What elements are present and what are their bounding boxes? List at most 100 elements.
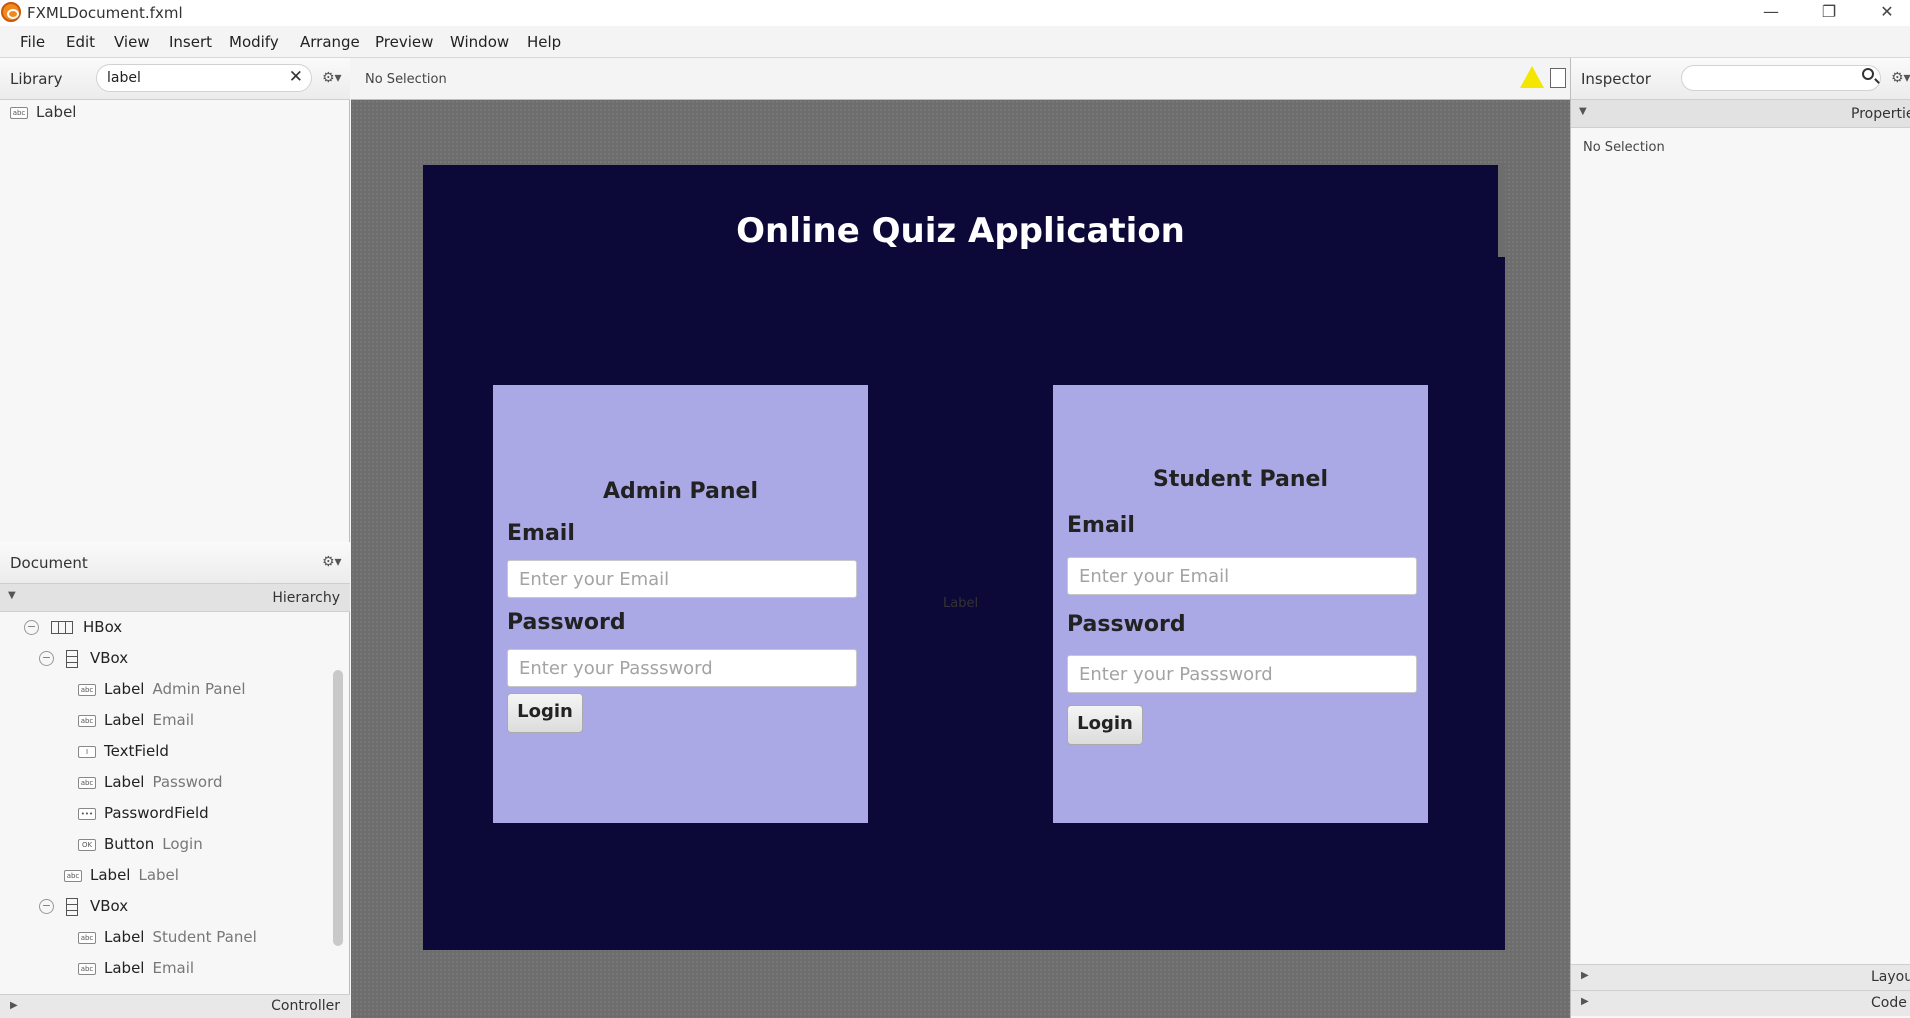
student-email-label[interactable]: Email [1067, 513, 1135, 538]
tree-row-label-email-2[interactable]: abc Label Email [78, 959, 194, 989]
tree-row-hbox[interactable]: − HBox [24, 618, 122, 648]
label-icon: abc [64, 869, 82, 882]
admin-panel-title[interactable]: Admin Panel [493, 479, 868, 504]
button-icon: OK [78, 838, 96, 851]
library-header: Library label ✕ ⚙▾ [0, 58, 350, 100]
library-item-text: Label [36, 103, 77, 121]
minimize-button[interactable]: — [1748, 0, 1794, 26]
restore-button[interactable]: ❐ [1806, 0, 1852, 26]
library-item-label[interactable]: abc Label [10, 103, 76, 121]
search-icon [1862, 68, 1874, 80]
expand-triangle-icon: ▶ [10, 1000, 18, 1011]
layout-bar[interactable]: ▶ Layout [1571, 964, 1910, 990]
inspector-gear-icon[interactable]: ⚙▾ [1891, 70, 1910, 86]
collapse-triangle-icon: ▼ [8, 590, 16, 601]
collapse-icon[interactable]: − [24, 620, 39, 635]
label-icon: abc [78, 931, 96, 944]
menu-view[interactable]: View [114, 33, 150, 51]
vbox-icon [66, 649, 78, 668]
admin-password-label[interactable]: Password [507, 610, 626, 635]
hierarchy-tree: − HBox − VBox abc Label Admin Panel abc Label… [0, 612, 330, 1018]
library-search-value: label [107, 70, 141, 86]
menu-insert[interactable]: Insert [169, 33, 212, 51]
student-password-label[interactable]: Password [1067, 612, 1186, 637]
inspector-no-selection: No Selection [1583, 140, 1665, 155]
label-icon: abc [78, 962, 96, 975]
student-panel-title[interactable]: Student Panel [1053, 467, 1428, 492]
code-label: Code [1871, 995, 1907, 1011]
tree-row-passwordfield[interactable]: ••• PasswordField [78, 804, 209, 834]
hierarchy-label: Hierarchy [272, 590, 340, 606]
left-panel: Library label ✕ ⚙▾ abc Label Document ⚙▾ … [0, 58, 350, 1018]
content-toolbar: No Selection [351, 58, 1570, 100]
tree-row-textfield[interactable]: I TextField [78, 742, 169, 772]
menu-window[interactable]: Window [450, 33, 509, 51]
admin-password-field[interactable]: Enter your Passsword [507, 649, 857, 687]
controller-bar[interactable]: ▶ Controller [0, 994, 350, 1018]
student-login-button[interactable]: Login [1067, 705, 1143, 745]
tree-row-vbox[interactable]: − VBox [39, 649, 128, 679]
menu-help[interactable]: Help [527, 33, 561, 51]
stage-root-hbox[interactable]: Online Quiz Application Admin Panel Emai… [423, 165, 1505, 950]
properties-bar[interactable]: ▼ Properties [1571, 100, 1910, 128]
admin-email-field[interactable]: Enter your Email [507, 560, 857, 598]
inspector-search-input[interactable] [1681, 65, 1881, 91]
layout-label: Layout [1871, 969, 1910, 985]
close-button[interactable]: ✕ [1864, 0, 1910, 26]
collapse-icon[interactable]: − [39, 899, 54, 914]
textfield-icon: I [78, 745, 96, 758]
scene-builder-logo-icon [1, 2, 21, 22]
menu-bar: File Edit View Insert Modify Arrange Pre… [0, 26, 1910, 58]
expand-triangle-icon: ▶ [1581, 970, 1589, 981]
tree-row-label-admin[interactable]: abc Label Admin Panel [78, 680, 246, 710]
stage-edge [1498, 165, 1505, 257]
vbox-icon [66, 897, 78, 916]
label-icon: abc [78, 714, 96, 727]
menu-modify[interactable]: Modify [229, 33, 279, 51]
inspector-panel: Inspector ⚙▾ ▼ Properties No Selection ▶… [1570, 58, 1910, 1018]
student-password-field[interactable]: Enter your Passsword [1067, 655, 1417, 693]
document-gear-icon[interactable]: ⚙▾ [322, 554, 342, 570]
label-icon: abc [78, 776, 96, 789]
menu-edit[interactable]: Edit [66, 33, 95, 51]
tree-row-label-password[interactable]: abc Label Password [78, 773, 223, 803]
code-bar[interactable]: ▶ Code [1571, 990, 1910, 1016]
admin-panel[interactable]: Admin Panel Email Enter your Email Passw… [493, 385, 868, 823]
hierarchy-bar[interactable]: ▼ Hierarchy [0, 584, 350, 612]
library-title: Library [10, 70, 63, 88]
document-icon[interactable] [1550, 68, 1566, 88]
tree-row-label-email[interactable]: abc Label Email [78, 711, 194, 741]
student-email-field[interactable]: Enter your Email [1067, 557, 1417, 595]
tree-row-label-student[interactable]: abc Label Student Panel [78, 928, 257, 958]
tree-row-label-label[interactable]: abc Label Label [64, 866, 179, 896]
menu-arrange[interactable]: Arrange [300, 33, 360, 51]
collapse-triangle-icon: ▼ [1579, 106, 1587, 117]
document-header: Document ⚙▾ [0, 542, 350, 584]
document-title: Document [10, 554, 88, 572]
hierarchy-scrollbar[interactable] [333, 670, 343, 946]
selection-path: No Selection [365, 72, 447, 87]
controller-label: Controller [271, 998, 340, 1014]
label-icon: abc [10, 106, 28, 119]
collapse-icon[interactable]: − [39, 651, 54, 666]
tree-row-button-login[interactable]: OK Button Login [78, 835, 203, 865]
tree-row-vbox-2[interactable]: − VBox [39, 897, 128, 927]
admin-email-label[interactable]: Email [507, 521, 575, 546]
library-search-input[interactable]: label ✕ [96, 64, 312, 92]
student-panel[interactable]: Student Panel Email Enter your Email Pas… [1053, 385, 1428, 823]
app-title[interactable]: Online Quiz Application [423, 211, 1498, 251]
inspector-header: Inspector ⚙▾ [1571, 58, 1910, 100]
hbox-icon [51, 621, 73, 634]
inspector-title: Inspector [1581, 70, 1651, 88]
properties-label: Properties [1851, 106, 1910, 122]
mid-label[interactable]: Label [943, 596, 978, 611]
passwordfield-icon: ••• [78, 807, 96, 820]
menu-file[interactable]: File [20, 33, 45, 51]
warning-icon[interactable] [1520, 66, 1544, 88]
title-bar: FXMLDocument.fxml — ❐ ✕ [0, 0, 1910, 26]
clear-search-icon[interactable]: ✕ [289, 67, 303, 87]
menu-preview[interactable]: Preview [375, 33, 433, 51]
library-gear-icon[interactable]: ⚙▾ [322, 70, 342, 86]
window-title: FXMLDocument.fxml [27, 4, 183, 22]
admin-login-button[interactable]: Login [507, 693, 583, 733]
